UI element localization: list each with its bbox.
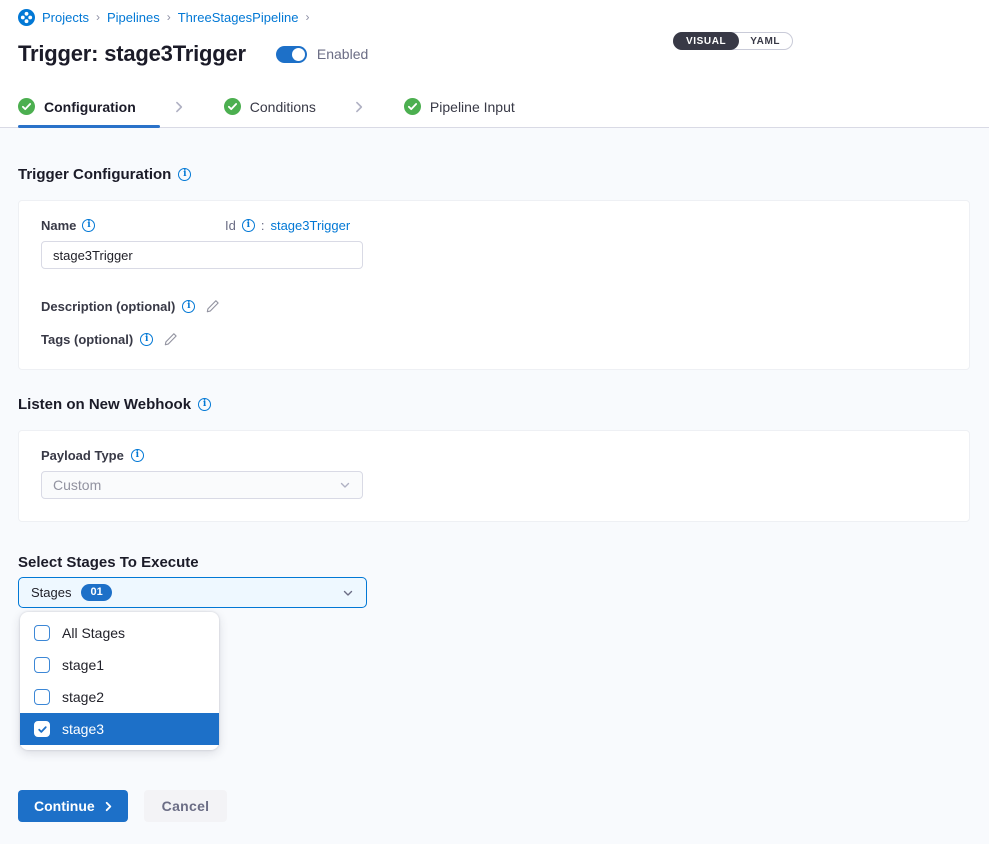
chevron-down-icon [342,587,354,599]
name-input[interactable] [41,241,363,269]
id-block: Id : stage3Trigger [225,218,350,233]
chevron-right-icon [352,100,366,114]
continue-button[interactable]: Continue [18,790,128,822]
breadcrumb: Projects › Pipelines › ThreeStagesPipeli… [18,9,971,26]
stages-select[interactable]: Stages 01 [18,577,367,608]
visual-view-button[interactable]: VISUAL [673,32,739,50]
option-label: All Stages [62,625,125,641]
section-title: Listen on New Webhook [18,396,191,413]
payload-type-label-row: Payload Type [41,448,947,463]
trigger-wizard-page: Projects › Pipelines › ThreeStagesPipeli… [0,0,989,844]
option-label: stage2 [62,689,104,705]
tags-label: Tags (optional) [41,332,133,347]
main-content: Trigger Configuration Name Id : stage3Tr… [0,128,989,844]
name-label: Name [41,218,76,233]
visual-yaml-toggle: VISUAL YAML [673,32,793,50]
cancel-button[interactable]: Cancel [144,790,228,822]
stages-dropdown: All Stages stage1 stage2 stage3 [20,612,219,750]
tab-label: Conditions [250,99,316,115]
checkbox-unchecked[interactable] [34,689,50,705]
tab-conditions[interactable]: Conditions [216,86,340,127]
breadcrumb-pipeline-name[interactable]: ThreeStagesPipeline [178,10,299,25]
info-icon[interactable] [140,333,153,346]
page-header: Projects › Pipelines › ThreeStagesPipeli… [0,0,989,70]
trigger-id-value[interactable]: stage3Trigger [270,218,350,233]
info-icon[interactable] [82,219,95,232]
stages-count-badge: 01 [81,584,111,601]
breadcrumb-separator: › [96,10,100,24]
check-circle-icon [18,98,35,115]
stage-option-stage1[interactable]: stage1 [20,649,219,681]
trigger-configuration-card: Name Id : stage3Trigger Description (opt… [18,200,970,370]
check-circle-icon [404,98,421,115]
continue-label: Continue [34,798,95,814]
info-icon[interactable] [178,168,191,181]
title-row: Trigger: stage3Trigger Enabled [18,38,971,70]
webhook-heading: Listen on New Webhook [18,396,970,413]
info-icon[interactable] [182,300,195,313]
payload-type-label: Payload Type [41,448,124,463]
section-title: Select Stages To Execute [18,554,199,571]
description-row: Description (optional) [41,299,947,314]
checkbox-unchecked[interactable] [34,657,50,673]
chevron-down-icon [339,479,351,491]
stages-select-label: Stages [31,585,71,600]
stage-option-all-stages[interactable]: All Stages [20,617,219,649]
enabled-label: Enabled [317,46,368,62]
tab-label: Configuration [44,99,136,115]
id-label: Id [225,218,236,233]
projects-logo-icon [18,9,35,26]
yaml-view-button[interactable]: YAML [737,32,793,50]
info-icon[interactable] [198,398,211,411]
id-colon: : [261,218,265,233]
check-circle-icon [224,98,241,115]
info-icon[interactable] [131,449,144,462]
option-label: stage3 [62,721,104,737]
payload-type-value: Custom [53,477,101,493]
toggle-knob [292,48,305,61]
breadcrumb-projects[interactable]: Projects [42,10,89,25]
edit-pencil-icon[interactable] [205,299,220,314]
wizard-tabs: Configuration Conditions Pipeline Input [0,86,989,128]
stage-option-stage2[interactable]: stage2 [20,681,219,713]
description-label: Description (optional) [41,299,175,314]
checkbox-checked[interactable] [34,721,50,737]
wizard-footer: Continue Cancel [18,790,970,822]
section-title: Trigger Configuration [18,166,171,183]
breadcrumb-pipelines[interactable]: Pipelines [107,10,160,25]
tab-configuration[interactable]: Configuration [18,86,160,127]
tags-row: Tags (optional) [41,332,947,347]
breadcrumb-separator: › [167,10,171,24]
name-id-row: Name Id : stage3Trigger [41,218,947,233]
trigger-configuration-heading: Trigger Configuration [18,166,970,183]
info-icon[interactable] [242,219,255,232]
checkbox-unchecked[interactable] [34,625,50,641]
option-label: stage1 [62,657,104,673]
page-title: Trigger: stage3Trigger [18,41,246,67]
breadcrumb-separator: › [305,10,309,24]
chevron-right-icon [172,100,186,114]
edit-pencil-icon[interactable] [163,332,178,347]
tab-pipeline-input[interactable]: Pipeline Input [396,86,539,127]
webhook-card: Payload Type Custom [18,430,970,522]
chevron-right-icon [103,801,114,812]
enabled-toggle[interactable] [276,46,307,63]
stages-heading: Select Stages To Execute [18,554,970,571]
name-label-block: Name [41,218,225,233]
stage-option-stage3[interactable]: stage3 [20,713,219,745]
tab-label: Pipeline Input [430,99,515,115]
payload-type-select[interactable]: Custom [41,471,363,499]
